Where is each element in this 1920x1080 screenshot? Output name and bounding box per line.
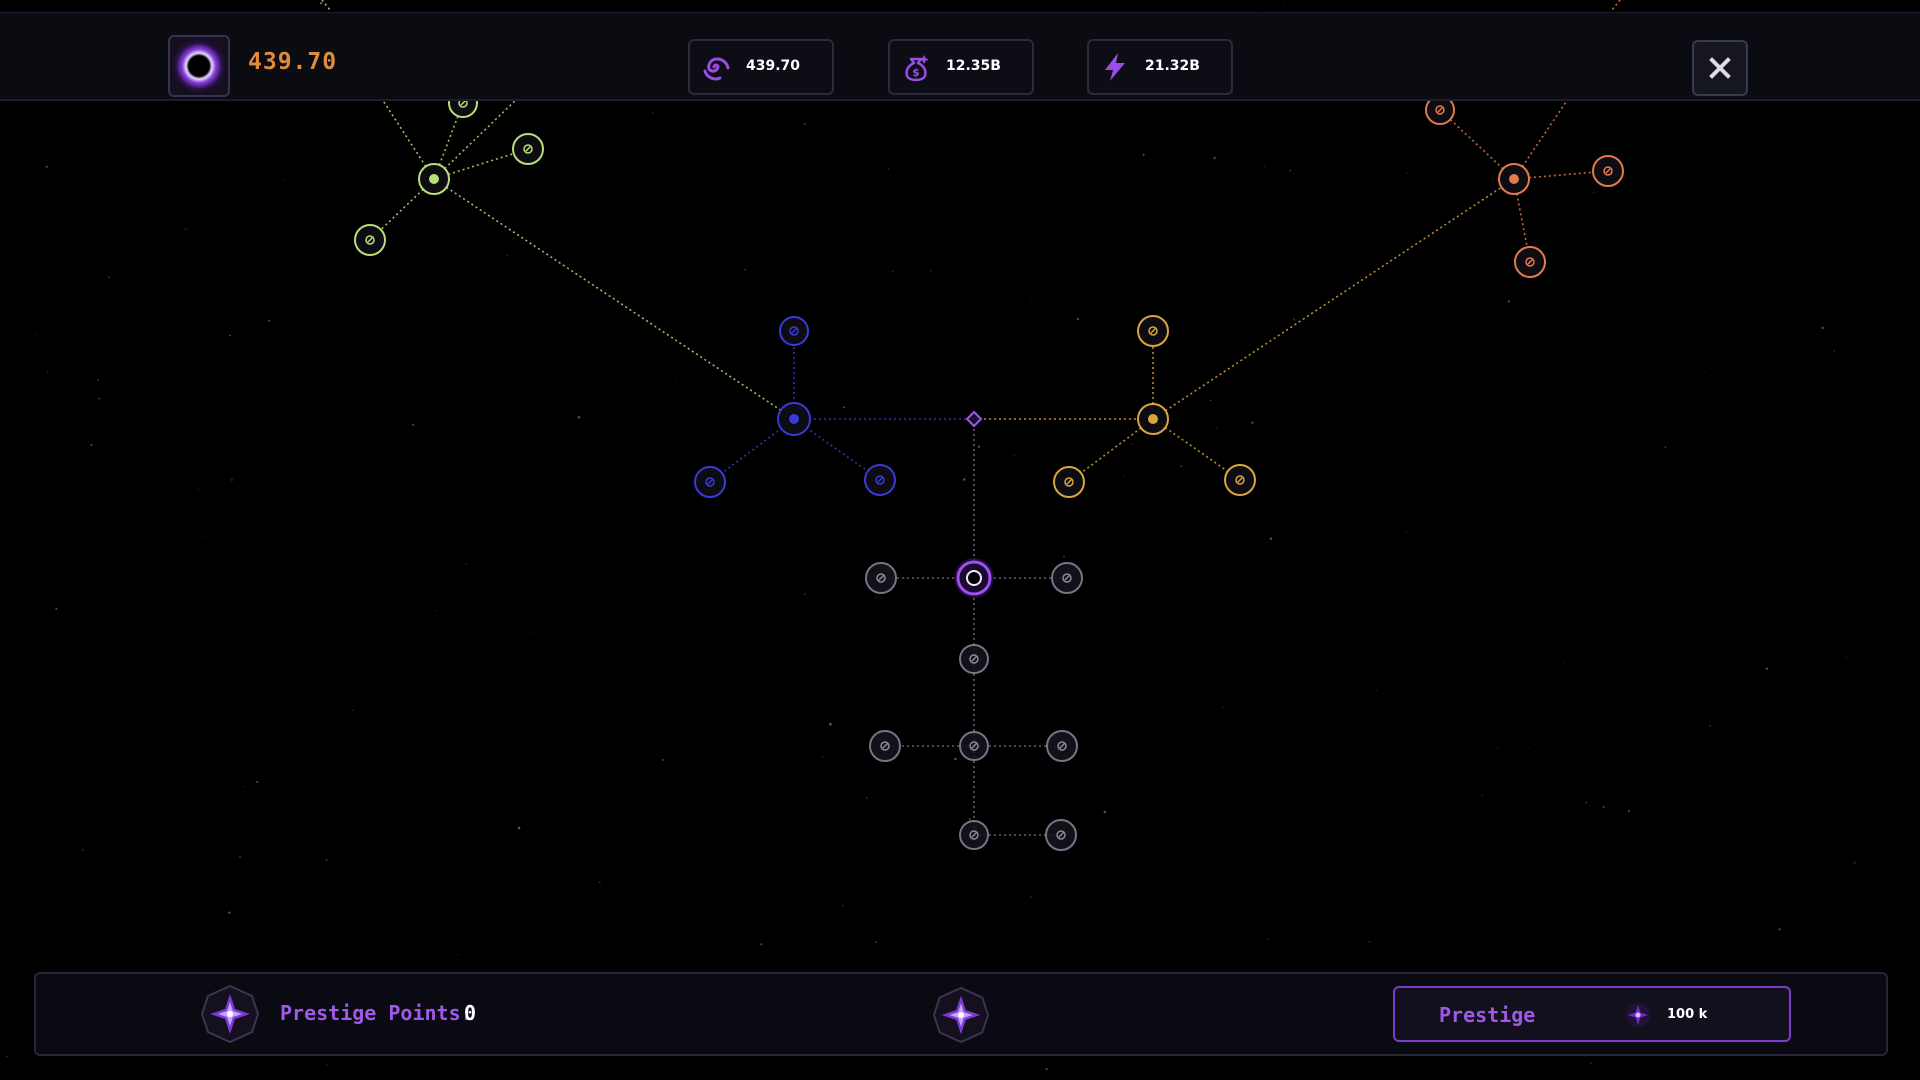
resource-dark-matter: 439.70 (688, 39, 834, 95)
resource-money: $ 12.35B (888, 39, 1034, 95)
skill-node-b-hub[interactable] (777, 402, 811, 436)
top-bar: 439.70 439.70 $ 12.35B 21.32B (0, 12, 1920, 101)
skill-connector (1152, 178, 1515, 420)
lightning-icon (1105, 53, 1125, 81)
skill-node-c3l[interactable] (869, 730, 901, 762)
black-hole-avatar-icon (168, 35, 230, 97)
svg-text:$: $ (912, 66, 920, 79)
skill-node-g3[interactable] (354, 224, 386, 256)
close-button[interactable] (1692, 40, 1748, 96)
prestige-star-icon[interactable] (932, 986, 990, 1044)
skill-node-c4[interactable] (959, 820, 989, 850)
skill-node-core[interactable] (954, 558, 994, 598)
skill-connector (433, 178, 795, 420)
skill-tree-screen: 439.70 439.70 $ 12.35B 21.32B Prestige P… (0, 0, 1920, 1080)
prestige-button-label: Prestige (1439, 1003, 1536, 1027)
swirl-galaxy-icon (703, 57, 730, 81)
prestige-points-label: Prestige Points: (280, 1001, 473, 1025)
skill-node-c2[interactable] (959, 644, 989, 674)
money-bag-icon: $ (905, 55, 929, 82)
skill-node-y1[interactable] (1137, 315, 1169, 347)
skill-node-o2[interactable] (1592, 155, 1624, 187)
skill-connector (321, 0, 331, 11)
prestige-crystal-icon (200, 984, 260, 1044)
prestige-cost-crystal-icon (1626, 1003, 1650, 1027)
skill-node-g2[interactable] (512, 133, 544, 165)
skill-node-b3[interactable] (864, 464, 896, 496)
resource-dark-matter-value: 439.70 (746, 58, 801, 74)
skill-node-g-hub[interactable] (418, 163, 450, 195)
prestige-cost-value: 100 k (1667, 1007, 1708, 1022)
resource-energy-value: 21.32B (1145, 58, 1200, 74)
skill-node-c3[interactable] (959, 731, 989, 761)
skill-connector (433, 95, 521, 180)
prestige-points-value: 0 (464, 1001, 477, 1025)
skill-node-c-l[interactable] (865, 562, 897, 594)
skill-connector (1611, 0, 1621, 11)
skill-node-y3[interactable] (1224, 464, 1256, 496)
skill-tree-canvas[interactable] (0, 0, 1920, 1080)
skill-node-y-hub[interactable] (1137, 403, 1169, 435)
skill-node-o3[interactable] (1514, 246, 1546, 278)
skill-node-y2[interactable] (1053, 466, 1085, 498)
skill-node-b1[interactable] (779, 316, 809, 346)
prestige-panel: Prestige Points: 0 Prestige 100 k (34, 972, 1888, 1056)
close-icon (1709, 57, 1731, 79)
skill-node-c3r[interactable] (1046, 730, 1078, 762)
resource-energy: 21.32B (1087, 39, 1233, 95)
skill-node-c4r[interactable] (1045, 819, 1077, 851)
skill-node-b2[interactable] (694, 466, 726, 498)
prestige-button[interactable]: Prestige 100 k (1393, 986, 1791, 1042)
skill-node-c-r[interactable] (1051, 562, 1083, 594)
black-hole-currency-value: 439.70 (248, 49, 338, 75)
skill-node-o-hub[interactable] (1498, 163, 1530, 195)
skill-node-junc[interactable] (965, 410, 983, 428)
resource-money-value: 12.35B (946, 58, 1001, 74)
